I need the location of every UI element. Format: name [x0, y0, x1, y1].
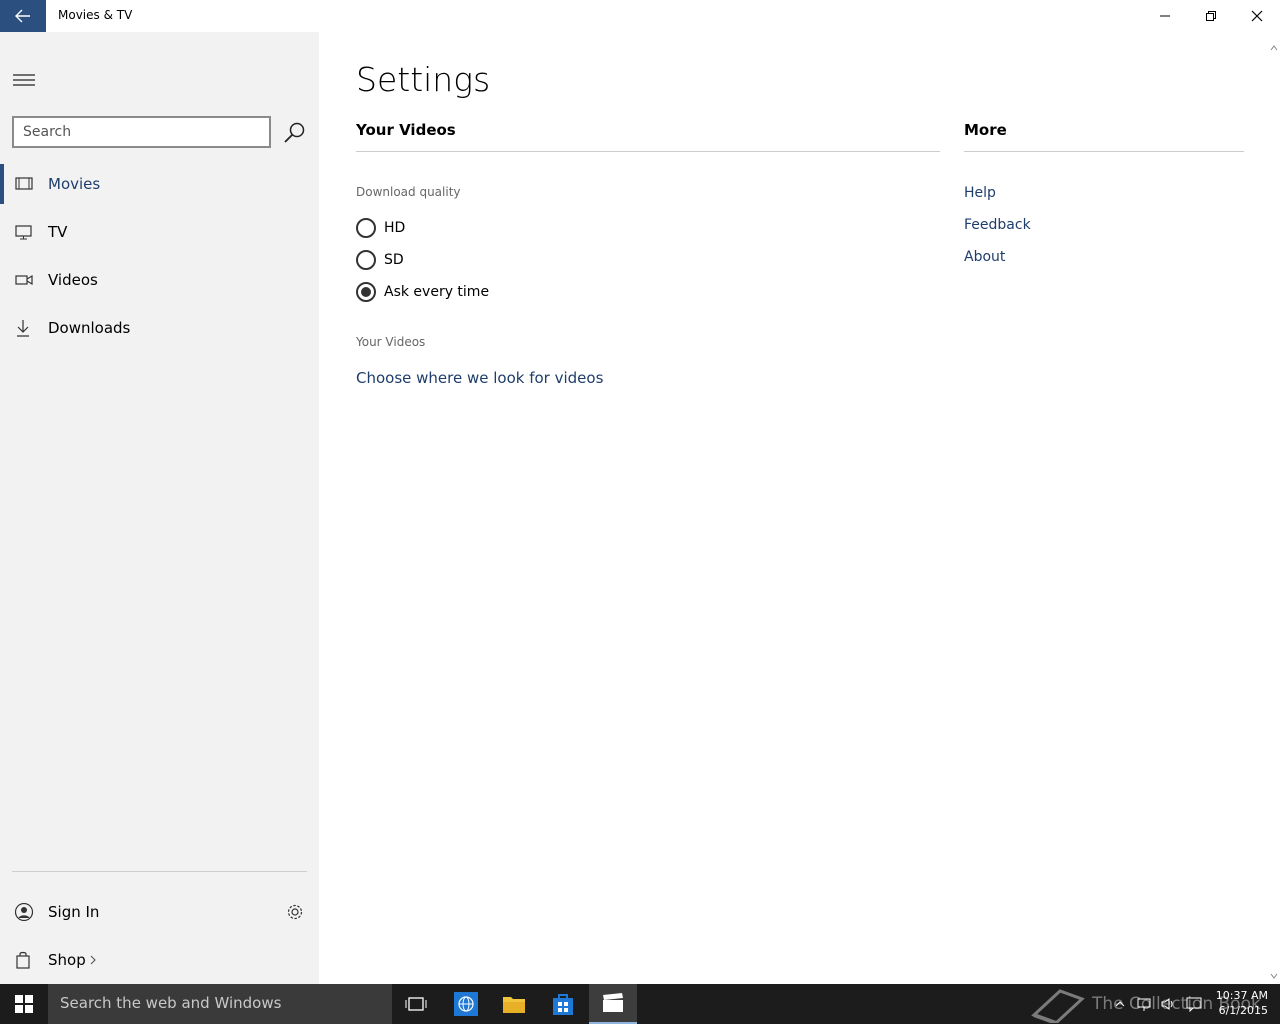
close-button[interactable]	[1234, 0, 1280, 32]
radio-button[interactable]	[356, 218, 376, 238]
gear-icon[interactable]	[285, 902, 305, 922]
clock[interactable]: 10:37 AM 6/1/2015	[1212, 988, 1268, 1018]
clock-time: 10:37 AM	[1215, 989, 1268, 1002]
search-icon	[284, 122, 305, 143]
nav-item-videos[interactable]: Videos	[0, 256, 319, 304]
back-arrow-icon	[15, 9, 30, 23]
volume-icon[interactable]	[1160, 996, 1176, 1012]
sign-in-label: Sign In	[48, 903, 100, 921]
shop-label: Shop	[48, 951, 86, 969]
search-input[interactable]	[12, 116, 271, 148]
nav-item-label: Movies	[48, 175, 101, 193]
windows-logo-icon	[15, 995, 33, 1013]
shopping-bag-icon	[16, 951, 30, 969]
nav-item-downloads[interactable]: Downloads	[0, 304, 319, 352]
nav-item-tv[interactable]: TV	[0, 208, 319, 256]
page-title: Settings	[356, 60, 491, 99]
title-bar: Movies & TV	[0, 0, 1280, 32]
choose-folders-link[interactable]: Choose where we look for videos	[356, 369, 603, 387]
your-videos-section-header: Your Videos	[356, 121, 456, 139]
section-divider	[356, 151, 940, 152]
sign-in-button[interactable]: Sign In	[0, 888, 319, 936]
nav-item-movies[interactable]: Movies	[0, 160, 319, 208]
video-camera-icon	[15, 274, 33, 286]
user-icon	[14, 903, 34, 921]
settings-page: Settings Your Videos More Download quali…	[319, 32, 1268, 984]
your-videos-label: Your Videos	[356, 335, 426, 349]
action-center-icon[interactable]	[1186, 996, 1202, 1012]
radio-ask-every-time[interactable]: Ask every time	[356, 280, 489, 304]
back-button[interactable]	[0, 0, 46, 32]
file-explorer-taskbar-button[interactable]	[490, 984, 538, 1024]
chevron-right-icon	[90, 955, 96, 965]
search-button[interactable]	[282, 120, 308, 146]
taskbar-search-box[interactable]: Search the web and Windows	[48, 984, 392, 1024]
radio-button[interactable]	[356, 282, 376, 302]
clock-date: 6/1/2015	[1218, 1004, 1268, 1017]
minimize-button[interactable]	[1142, 0, 1188, 32]
task-view-button[interactable]	[392, 984, 440, 1024]
radio-label: HD	[384, 220, 406, 236]
minimize-icon	[1160, 15, 1170, 17]
browser-globe-icon	[454, 992, 478, 1016]
film-icon	[15, 177, 33, 190]
download-icon	[17, 320, 29, 337]
store-taskbar-button[interactable]	[539, 984, 587, 1024]
browser-taskbar-button[interactable]	[442, 984, 490, 1024]
task-view-icon	[405, 997, 427, 1011]
nav-item-label: TV	[48, 223, 68, 241]
radio-label: Ask every time	[384, 284, 490, 300]
radio-hd[interactable]: HD	[356, 216, 405, 240]
section-divider	[964, 151, 1244, 152]
chevron-up-icon[interactable]	[1114, 996, 1130, 1012]
taskbar: Search the web and Windows The Collectio…	[0, 984, 1280, 1024]
network-icon[interactable]	[1136, 996, 1152, 1012]
help-link[interactable]: Help	[964, 185, 996, 201]
more-section-header: More	[964, 121, 1007, 139]
restore-icon	[1206, 11, 1216, 21]
folder-icon	[503, 997, 525, 1013]
scroll-up-icon[interactable]	[1268, 42, 1280, 54]
app-title: Movies & TV	[58, 8, 133, 22]
hamburger-menu-button[interactable]	[12, 70, 36, 90]
scroll-down-icon[interactable]	[1268, 970, 1280, 982]
radio-label: SD	[384, 252, 404, 268]
download-quality-label: Download quality	[356, 185, 461, 199]
nav-item-label: Downloads	[48, 319, 131, 337]
clapperboard-icon	[603, 993, 623, 1012]
book-logo-icon	[1031, 989, 1085, 1023]
radio-button[interactable]	[356, 250, 376, 270]
store-bag-icon	[553, 994, 573, 1015]
hamburger-icon	[13, 74, 35, 86]
close-icon	[1251, 10, 1263, 22]
restore-button[interactable]	[1188, 0, 1234, 32]
nav-item-label: Videos	[48, 271, 98, 289]
vertical-scrollbar[interactable]	[1268, 40, 1280, 984]
movies-tv-taskbar-button[interactable]	[589, 984, 637, 1024]
shop-button[interactable]: Shop	[0, 936, 319, 984]
navigation-pane: Movies TV Videos Downloads Sign In Shop	[0, 32, 319, 984]
start-button[interactable]	[0, 984, 48, 1024]
monitor-icon	[15, 225, 32, 240]
about-link[interactable]: About	[964, 249, 1005, 265]
nav-divider	[12, 871, 307, 872]
feedback-link[interactable]: Feedback	[964, 217, 1031, 233]
radio-sd[interactable]: SD	[356, 248, 404, 272]
